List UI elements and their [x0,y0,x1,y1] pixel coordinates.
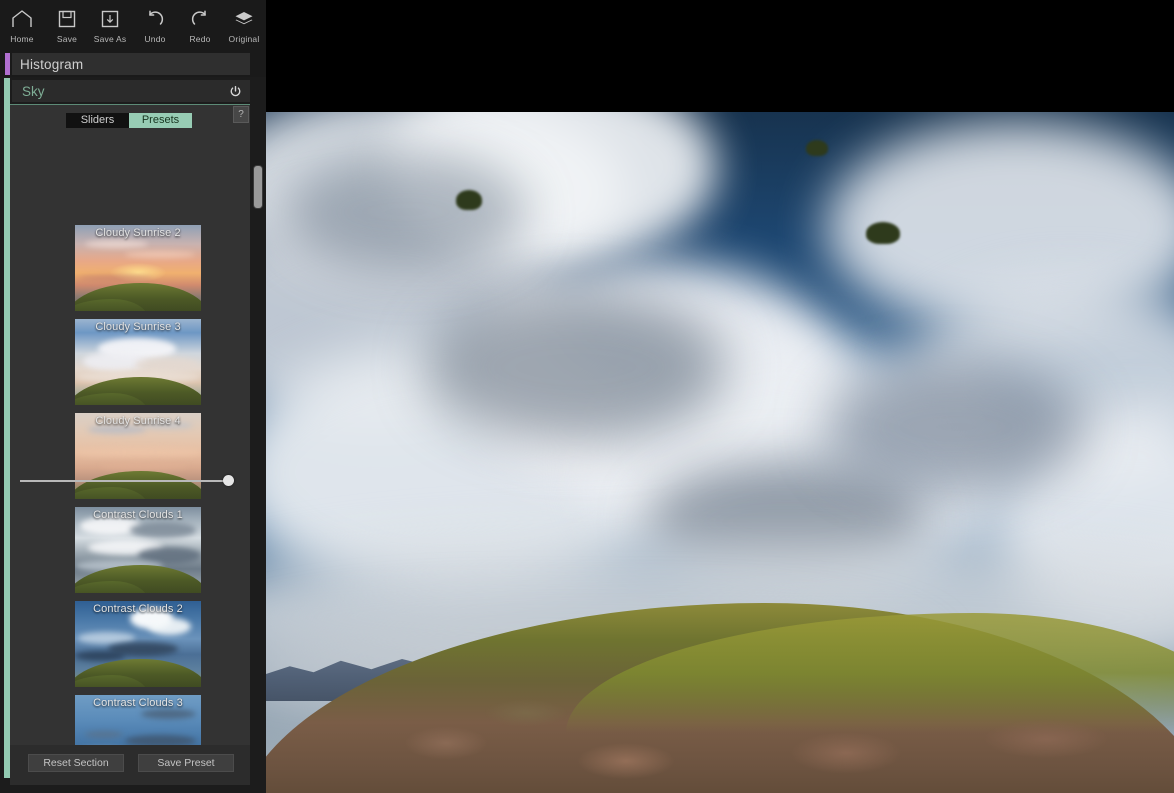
toolbar-label-original: Original [229,34,260,44]
left-panel: Home Save Save As Undo [0,0,266,793]
preset-name: Contrast Clouds 3 [75,697,201,709]
top-toolbar: Home Save Save As Undo [0,0,266,50]
app-root: Home Save Save As Undo [0,0,1174,793]
cloud-shadow [286,152,526,272]
bush-shape [456,190,482,210]
toolbar-label-save-as: Save As [94,34,127,44]
histogram-header[interactable]: Histogram [12,53,250,75]
toolbar-button-original[interactable]: Original [222,4,266,48]
ridge-rocks [326,673,1174,793]
bush-shape [806,140,828,156]
preset-item[interactable]: Cloudy Sunrise 2 [75,225,201,311]
toolbar-button-save-as[interactable]: Save As [88,4,132,48]
preset-name: Cloudy Sunrise 3 [75,321,201,333]
reset-section-button[interactable]: Reset Section [28,754,124,772]
save-icon [57,7,77,31]
section-header-sky[interactable]: Sky [12,80,250,102]
section-title: Sky [12,84,45,99]
power-icon[interactable] [229,85,242,98]
amount-slider[interactable] [20,475,232,487]
view-tabs[interactable]: Sliders Presets [66,113,192,128]
toolbar-button-save[interactable]: Save [45,4,89,48]
bush-shape [866,222,900,244]
tab-sliders[interactable]: Sliders [66,113,129,128]
preset-name: Cloudy Sunrise 4 [75,415,201,427]
toolbar-label-undo: Undo [144,34,165,44]
amount-slider-handle[interactable] [223,475,234,486]
preset-item[interactable]: Contrast Clouds 3 [75,695,201,745]
toolbar-button-redo[interactable]: Redo [178,4,222,48]
preset-name: Contrast Clouds 1 [75,509,201,521]
toolbar-label-home: Home [10,34,33,44]
section-body: Cloudy Sunrise 2 Cloudy Sunrise 3 [10,105,250,745]
preset-scrollbar[interactable] [253,110,261,750]
help-button[interactable]: ? [233,106,249,123]
section-action-bar: Reset Section Save Preset [10,745,250,785]
toolbar-button-undo[interactable]: Undo [133,4,177,48]
home-icon [11,7,33,31]
redo-icon [190,7,210,31]
cloud-shadow [826,362,1086,492]
image-canvas[interactable] [266,0,1174,793]
tab-presets[interactable]: Presets [129,113,192,128]
preset-name: Cloudy Sunrise 2 [75,227,201,239]
save-preset-button[interactable]: Save Preset [138,754,234,772]
amount-slider-track[interactable] [20,480,232,482]
preset-item[interactable]: Cloudy Sunrise 3 [75,319,201,405]
histogram-label: Histogram [12,57,83,72]
toolbar-button-home[interactable]: Home [0,4,44,48]
preset-item[interactable]: Contrast Clouds 1 [75,507,201,593]
photo-preview[interactable] [266,112,1174,793]
preset-item[interactable]: Contrast Clouds 2 [75,601,201,687]
save-as-icon [100,7,120,31]
layers-icon [233,7,255,31]
preset-scrollbar-thumb[interactable] [253,165,263,209]
preset-name: Contrast Clouds 2 [75,603,201,615]
toolbar-label-redo: Redo [189,34,210,44]
toolbar-label-save: Save [57,34,77,44]
undo-icon [145,7,165,31]
cloud-shadow [426,292,726,442]
histogram-accent-bar [5,53,10,75]
